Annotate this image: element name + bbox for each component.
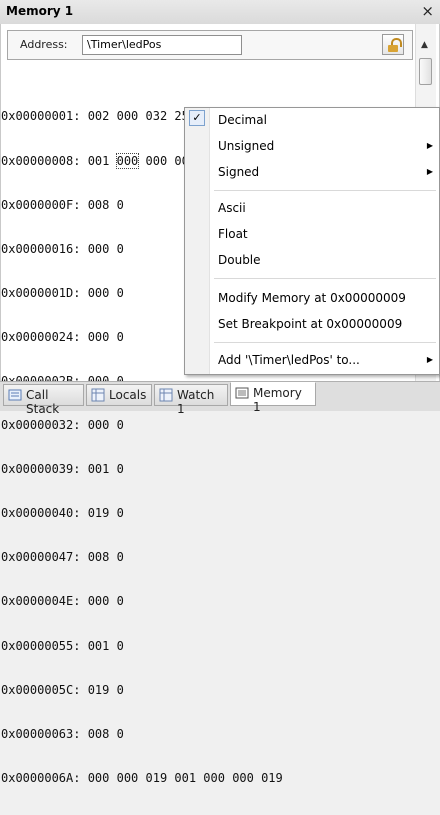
tab-call-stack[interactable]: Call Stack [3, 384, 84, 416]
memory-row: 0x0000006A: 000 000 019 001 000 000 019 [1, 770, 283, 785]
submenu-arrow-icon: ▶ [426, 141, 433, 150]
menu-item-signed[interactable]: Signed ▶ [218, 162, 433, 182]
memory-row: 0x00000047: 008 0 [1, 550, 124, 565]
memory-row: 0x00000039: 001 0 [1, 462, 124, 477]
memory-row-prefix: 0x00000008: 001 [1, 153, 117, 168]
memory-row: 0x00000055: 001 0 [1, 638, 124, 653]
call-stack-icon [8, 389, 22, 401]
tab-locals[interactable]: Locals [86, 384, 152, 406]
close-icon[interactable]: × [421, 2, 434, 20]
menu-item-unsigned[interactable]: Unsigned ▶ [218, 136, 433, 156]
menu-item-double[interactable]: Double [218, 250, 433, 270]
tab-watch-1[interactable]: Watch 1 [154, 384, 228, 416]
selected-cell[interactable]: 000 [115, 152, 140, 169]
bottom-tab-bar: Call Stack Locals Watch 1 Memory 1 [0, 381, 440, 416]
context-menu: ✓ Decimal Unsigned ▶ Signed ▶ Ascii Float … [184, 107, 440, 375]
menu-item-add-to[interactable]: Add '\Timer\ledPos' to... ▶ [218, 350, 433, 370]
menu-separator [214, 190, 436, 191]
scroll-up-icon[interactable]: ▲ [421, 40, 428, 50]
window-titlebar: Memory 1 × [0, 0, 440, 25]
menu-separator [214, 342, 436, 343]
submenu-arrow-icon: ▶ [426, 355, 433, 364]
menu-item-float[interactable]: Float [218, 224, 433, 244]
address-bar: Address: \Timer\ledPos [7, 30, 413, 60]
memory-row: 0x00000040: 019 0 [1, 506, 124, 521]
memory-row: 0x0000004E: 000 0 [1, 594, 124, 609]
lock-button[interactable] [382, 34, 404, 55]
menu-item-ascii[interactable]: Ascii [218, 198, 433, 218]
scroll-thumb[interactable] [419, 58, 432, 85]
check-icon: ✓ [189, 110, 205, 126]
locals-icon [91, 388, 105, 402]
memory-row: 0x00000063: 008 0 [1, 726, 124, 741]
menu-item-modify-memory[interactable]: Modify Memory at 0x00000009 [218, 288, 433, 308]
tab-memory-1[interactable]: Memory 1 [230, 382, 316, 414]
window-title: Memory 1 [6, 4, 74, 18]
menu-separator [214, 278, 436, 279]
menu-item-set-breakpoint[interactable]: Set Breakpoint at 0x00000009 [218, 314, 433, 334]
submenu-arrow-icon: ▶ [426, 167, 433, 176]
memory-row: 0x0000005C: 019 0 [1, 682, 124, 697]
address-label: Address: [20, 38, 68, 51]
address-input[interactable]: \Timer\ledPos [82, 35, 242, 55]
watch-icon [159, 388, 173, 402]
memory-icon [235, 387, 249, 399]
menu-item-decimal[interactable]: Decimal [218, 110, 433, 130]
memory-row: 0x00000032: 000 0 [1, 418, 124, 433]
